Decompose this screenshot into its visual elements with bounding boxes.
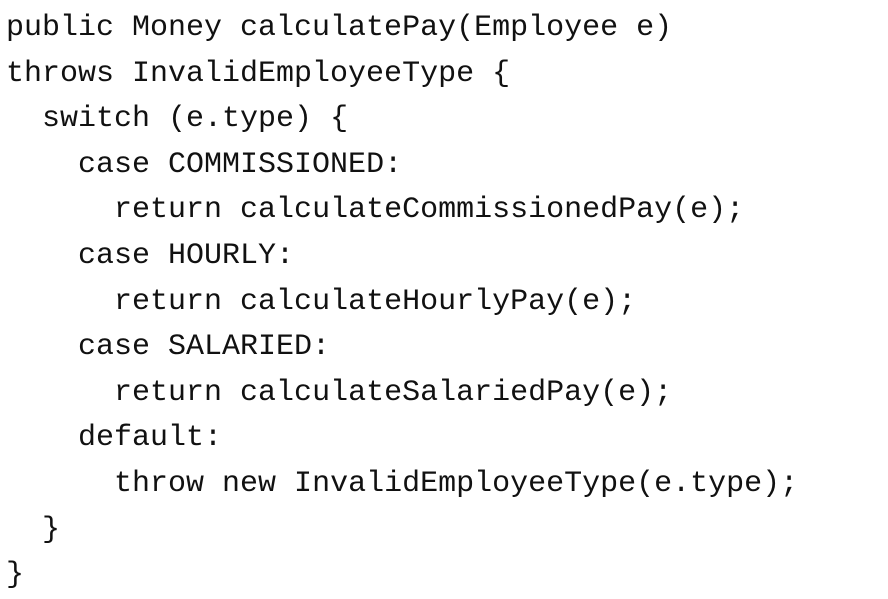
code-text: public Money calculatePay(Employee e) — [6, 11, 673, 45]
code-text: case COMMISSIONED: — [78, 147, 403, 182]
code-text: } — [42, 512, 61, 547]
code-text: return calculateSalariedPay(e); — [114, 375, 673, 410]
code-text: case SALARIED: — [78, 330, 331, 365]
code-line-return-commissioned: return calculateCommissionedPay(e); — [6, 188, 886, 234]
code-text: return calculateCommissionedPay(e); — [114, 193, 745, 228]
code-line-throws-clause: throws InvalidEmployeeType { — [6, 52, 886, 98]
code-line-method-signature: public Money calculatePay(Employee e) — [6, 6, 886, 52]
code-line-case-salaried: case SALARIED: — [6, 325, 886, 371]
code-line-switch: switch (e.type) { — [6, 97, 886, 143]
code-line-return-hourly: return calculateHourlyPay(e); — [6, 280, 886, 326]
code-line-case-hourly: case HOURLY: — [6, 234, 886, 280]
code-text: case HOURLY: — [78, 238, 295, 273]
code-text: } — [6, 558, 25, 593]
code-text: default: — [78, 421, 223, 456]
code-line-case-commissioned: case COMMISSIONED: — [6, 143, 886, 189]
code-line-return-salaried: return calculateSalariedPay(e); — [6, 371, 886, 417]
code-block: public Money calculatePay(Employee e) th… — [6, 6, 886, 592]
code-text: throw new InvalidEmployeeType(e.type); — [114, 466, 799, 501]
code-line-method-close: } — [6, 553, 886, 599]
code-line-throw-default: throw new InvalidEmployeeType(e.type); — [6, 462, 886, 508]
code-text: switch (e.type) { — [42, 102, 349, 137]
code-text: throws InvalidEmployeeType { — [6, 56, 511, 91]
code-line-switch-close: } — [6, 508, 886, 554]
code-text: return calculateHourlyPay(e); — [114, 284, 637, 319]
code-line-default: default: — [6, 416, 886, 462]
